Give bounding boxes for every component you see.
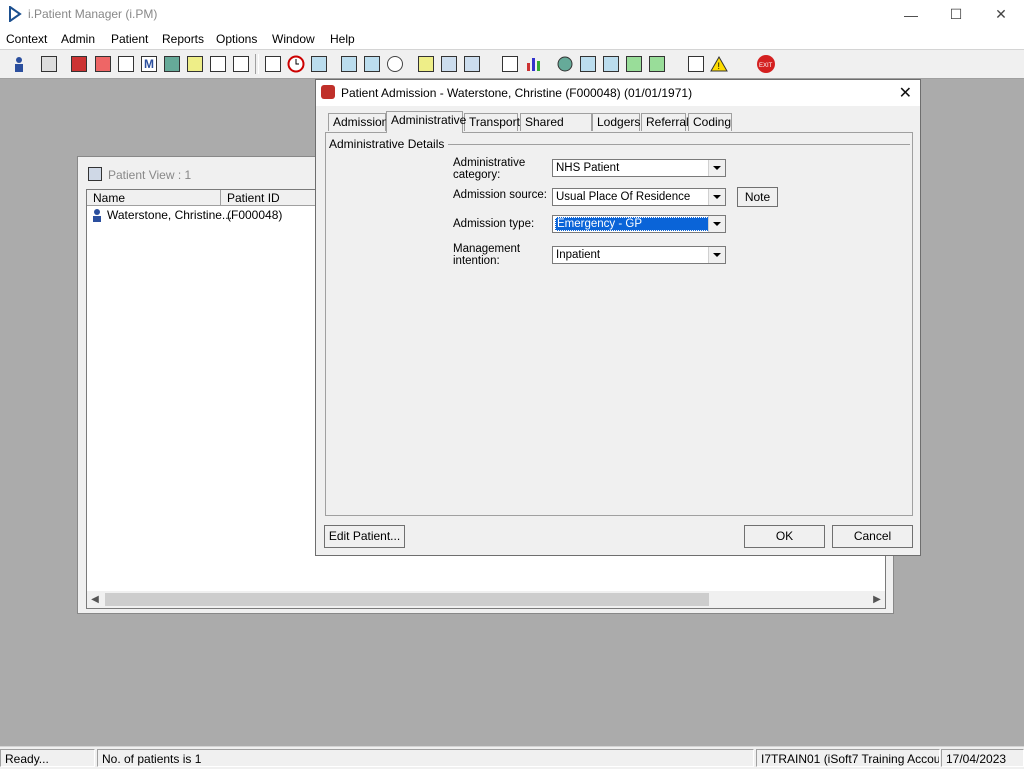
app-title: i.Patient Manager (i.PM): [28, 7, 158, 21]
exit-icon[interactable]: EXIT: [755, 53, 777, 75]
briefcase-icon: [321, 85, 335, 99]
note-button[interactable]: Note: [737, 187, 778, 207]
dialog-close-button[interactable]: ✕: [899, 83, 912, 103]
app-title-bar: i.Patient Manager (i.PM) — ☐ ✕: [0, 0, 1024, 29]
row-patient-name: Waterstone, Christine...: [107, 208, 232, 222]
form-icon[interactable]: [577, 53, 599, 75]
dialog-title-bar: Patient Admission - Waterstone, Christin…: [316, 80, 920, 106]
chevron-down-icon[interactable]: [708, 216, 725, 232]
admin-category-select[interactable]: NHS Patient: [552, 159, 726, 177]
screen-icon[interactable]: [308, 53, 330, 75]
cancel-appointment-icon[interactable]: [262, 53, 284, 75]
person-print-icon[interactable]: [461, 53, 483, 75]
tab-admission[interactable]: Admission: [328, 113, 388, 131]
m-icon[interactable]: M: [138, 53, 160, 75]
close-app-button[interactable]: ✕: [978, 0, 1024, 29]
swap-icon[interactable]: [685, 53, 707, 75]
globe-icon[interactable]: [554, 53, 576, 75]
admin-category-value: NHS Patient: [556, 162, 620, 174]
tab-lodgers[interactable]: Lodgers: [592, 113, 640, 131]
menu-context[interactable]: Context: [6, 32, 47, 46]
edit-patient-button[interactable]: Edit Patient...: [324, 525, 405, 548]
group-label: Administrative Details: [329, 137, 449, 151]
menu-window[interactable]: Window: [272, 32, 315, 46]
chevron-down-icon[interactable]: [708, 189, 725, 205]
patient-admission-dialog: Patient Admission - Waterstone, Christin…: [315, 79, 921, 556]
management-intention-value: Inpatient: [556, 249, 601, 261]
waiting-list-icon[interactable]: [338, 53, 360, 75]
toolbar-separator: [255, 54, 259, 74]
admission-type-select[interactable]: Emergency - GP: [552, 215, 726, 233]
chevron-down-icon[interactable]: [708, 160, 725, 176]
patient-view-title: Patient View : 1: [108, 168, 192, 182]
tab-administrative[interactable]: Administrative: [386, 111, 466, 133]
management-intention-label: Management intention:: [453, 243, 521, 267]
patient-view-icon: [88, 167, 102, 181]
download-icon[interactable]: [623, 53, 645, 75]
ok-button[interactable]: OK: [744, 525, 825, 548]
menu-patient[interactable]: Patient: [111, 32, 148, 46]
dialog-title: Patient Admission - Waterstone, Christin…: [341, 86, 693, 100]
chart-icon[interactable]: [523, 53, 545, 75]
status-ready: Ready...: [0, 749, 95, 767]
management-intention-select[interactable]: Inpatient: [552, 246, 726, 264]
group-divider: [434, 144, 910, 145]
scroll-left-icon[interactable]: ◀: [87, 592, 103, 607]
scroll-right-icon[interactable]: ▶: [869, 592, 885, 607]
admin-category-label: Administrative category:: [453, 157, 526, 181]
admission-type-label: Admission type:: [453, 218, 535, 230]
minimize-button[interactable]: —: [888, 0, 934, 29]
refresh-icon[interactable]: [646, 53, 668, 75]
status-date: 17/04/2023: [941, 749, 1024, 767]
administrative-panel: Administrative Details Administrative ca…: [325, 132, 913, 516]
cancel-button[interactable]: Cancel: [832, 525, 913, 548]
menu-bar: Context Admin Patient Reports Options Wi…: [0, 29, 1024, 49]
print-icon[interactable]: [38, 53, 60, 75]
transfer-bed-icon[interactable]: [230, 53, 252, 75]
admission-source-select[interactable]: Usual Place Of Residence: [552, 188, 726, 206]
document-icon[interactable]: [499, 53, 521, 75]
admission-type-value: Emergency - GP: [555, 217, 709, 231]
form-down-icon[interactable]: [600, 53, 622, 75]
status-patient-count: No. of patients is 1: [97, 749, 754, 767]
app-logo-icon: [9, 6, 22, 22]
dial-icon[interactable]: [384, 53, 406, 75]
patient-search-icon[interactable]: [8, 53, 30, 75]
status-account: I7TRAIN01 (iSoft7 Training Account): [756, 749, 940, 767]
scroll-thumb[interactable]: [105, 593, 709, 606]
doctor-icon[interactable]: [161, 53, 183, 75]
horizontal-scrollbar[interactable]: ◀ ▶: [87, 591, 885, 608]
svg-text:EXIT: EXIT: [759, 63, 773, 69]
clock-icon[interactable]: [285, 53, 307, 75]
maximize-button[interactable]: ☐: [933, 0, 979, 29]
printer-bed-icon[interactable]: [438, 53, 460, 75]
admission-source-label: Admission source:: [453, 189, 547, 201]
menu-admin[interactable]: Admin: [61, 32, 95, 46]
bed-icon[interactable]: [207, 53, 229, 75]
patient-icon: [93, 209, 101, 222]
tab-coding[interactable]: Coding: [688, 113, 732, 131]
tab-transport[interactable]: Transport: [464, 113, 520, 131]
status-bar: Ready... No. of patients is 1 I7TRAIN01 …: [0, 746, 1024, 769]
menu-options[interactable]: Options: [216, 32, 257, 46]
admission-source-value: Usual Place Of Residence: [556, 191, 691, 203]
chevron-down-icon[interactable]: [708, 247, 725, 263]
clipboard-icon[interactable]: [184, 53, 206, 75]
tab-shared-care[interactable]: Shared Care: [520, 113, 592, 145]
list-icon[interactable]: [115, 53, 137, 75]
row-patient-id: (F000048): [227, 208, 283, 222]
outpatient-icon[interactable]: [361, 53, 383, 75]
menu-help[interactable]: Help: [330, 32, 355, 46]
notepad-icon[interactable]: [415, 53, 437, 75]
tab-referral[interactable]: Referral: [641, 113, 689, 131]
warning-icon[interactable]: !: [708, 53, 730, 75]
book-icon[interactable]: [68, 53, 90, 75]
column-header-patient-id[interactable]: Patient ID: [221, 190, 321, 206]
toolbar: M ! EXIT: [0, 49, 1024, 79]
notes-icon[interactable]: [92, 53, 114, 75]
column-header-name[interactable]: Name: [87, 190, 221, 206]
menu-reports[interactable]: Reports: [162, 32, 204, 46]
svg-text:!: !: [718, 61, 721, 71]
